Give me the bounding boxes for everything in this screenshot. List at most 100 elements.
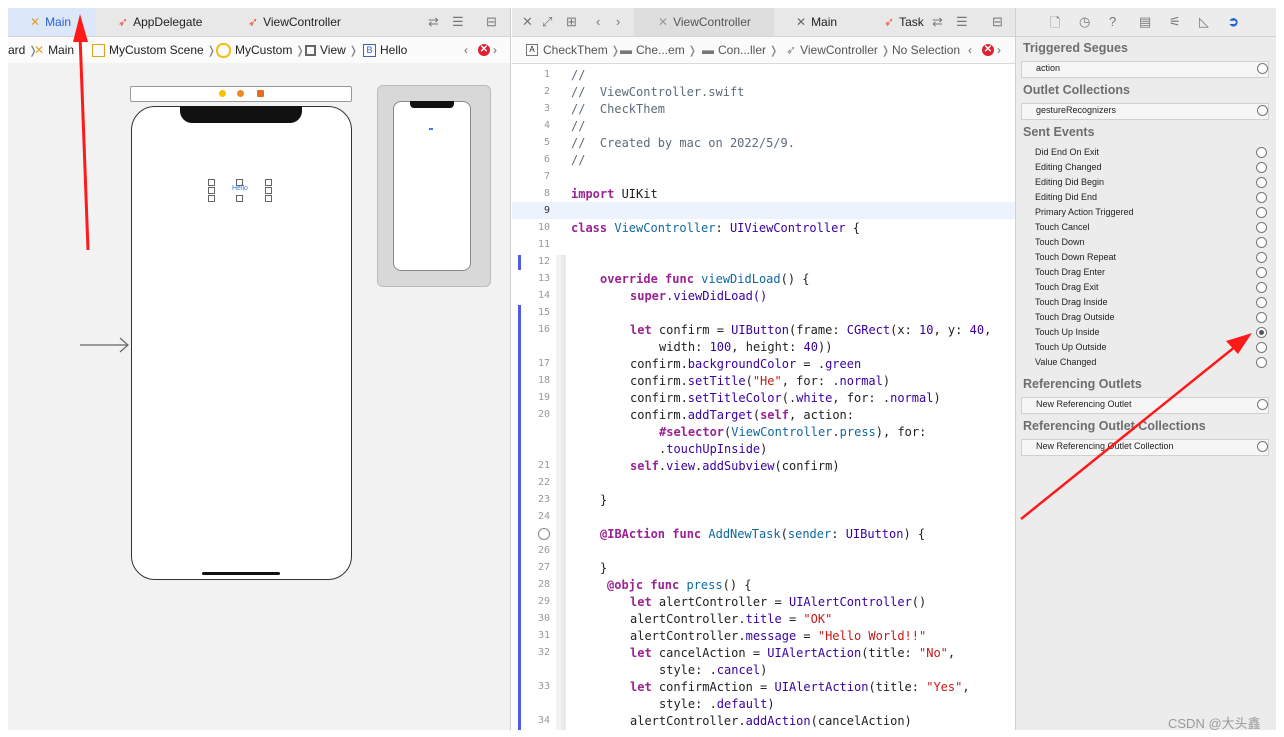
connection-row[interactable]: Touch Drag Outside: [1021, 311, 1267, 325]
resize-handle[interactable]: [208, 179, 215, 186]
add-editor-icon[interactable]: ⊟: [992, 14, 1003, 30]
connection-circle-icon[interactable]: [1256, 192, 1267, 203]
forward-icon[interactable]: ›: [616, 14, 620, 29]
code-line: confirm.backgroundColor = .green: [630, 357, 862, 371]
tab-viewcontroller[interactable]: ✕ ViewController: [634, 8, 774, 36]
breadcrumb-item-main[interactable]: ✕ Main: [34, 37, 74, 63]
size-icon[interactable]: ◺: [1199, 14, 1209, 30]
resize-handle[interactable]: [208, 195, 215, 202]
exit-icon[interactable]: [257, 90, 264, 97]
breadcrumb-item-controllers[interactable]: ▬ Con...ller ❭: [702, 37, 781, 63]
error-icon[interactable]: ✕: [982, 44, 994, 56]
tab-main[interactable]: ✕ Main: [796, 8, 837, 36]
connection-circle-icon[interactable]: [1256, 177, 1267, 188]
swap-icon[interactable]: ⇄: [932, 14, 943, 30]
connection-row[interactable]: Touch Cancel: [1021, 221, 1267, 235]
chevron-left-icon[interactable]: ‹: [464, 37, 468, 63]
help-icon[interactable]: ?: [1109, 14, 1116, 29]
connection-circle-icon[interactable]: [1256, 297, 1267, 308]
connection-row[interactable]: Touch Drag Exit: [1021, 281, 1267, 295]
first-responder-icon[interactable]: [237, 90, 244, 97]
hello-button[interactable]: Hello: [232, 185, 248, 192]
storyboard-canvas[interactable]: Hello: [8, 63, 510, 730]
identity-icon[interactable]: ▤: [1139, 14, 1151, 30]
source-code[interactable]: 1 2 3 4 5 6 7 8 9 10 11 12 13 14 15 16 1…: [512, 63, 1015, 730]
connection-row[interactable]: gestureRecognizers: [1021, 103, 1269, 120]
attributes-icon[interactable]: ⚟: [1169, 14, 1181, 30]
editor-options-icon[interactable]: ☰: [452, 14, 464, 30]
resize-handle[interactable]: [265, 187, 272, 194]
connection-row[interactable]: Touch Drag Enter: [1021, 266, 1267, 280]
close-icon[interactable]: ✕: [522, 14, 533, 30]
view-controller-icon[interactable]: [219, 90, 226, 97]
swift-file-icon: ✕: [658, 15, 669, 29]
tab-viewcontroller[interactable]: ➶ ViewController: [248, 8, 341, 36]
connection-circle-icon[interactable]: [1256, 162, 1267, 173]
breadcrumb-item-selection[interactable]: No Selection: [892, 37, 960, 63]
connection-circle-icon[interactable]: [1256, 207, 1267, 218]
connected-circle-icon[interactable]: [1256, 327, 1267, 338]
grid-icon[interactable]: ⊞: [566, 14, 577, 30]
chevron-right-icon[interactable]: ›: [493, 37, 497, 63]
connection-circle-icon[interactable]: [1256, 357, 1267, 368]
connection-circle-icon[interactable]: [1256, 147, 1267, 158]
chevron-right-icon[interactable]: ›: [997, 37, 1001, 63]
minimap-preview[interactable]: [377, 85, 491, 287]
connection-circle-icon[interactable]: [1256, 282, 1267, 293]
connection-row-touch-up-inside[interactable]: Touch Up Inside: [1021, 326, 1267, 340]
connection-circle-icon[interactable]: [1257, 399, 1268, 410]
breadcrumb-item-view[interactable]: View ❭: [305, 37, 361, 63]
connection-circle-icon[interactable]: [1256, 267, 1267, 278]
resize-handle[interactable]: [208, 187, 215, 194]
adjust-editor-icon[interactable]: ☰: [956, 14, 968, 30]
connection-circle-icon[interactable]: [1256, 237, 1267, 248]
tab-appdelegate[interactable]: ➶ AppDelegate: [118, 8, 202, 36]
error-icon[interactable]: ✕: [478, 44, 490, 56]
history-icon[interactable]: ◷: [1079, 14, 1090, 30]
add-editor-icon[interactable]: ⊟: [486, 14, 497, 30]
connection-row[interactable]: Touch Down Repeat: [1021, 251, 1267, 265]
connection-row[interactable]: New Referencing Outlet Collection: [1021, 439, 1269, 456]
connection-row[interactable]: Touch Drag Inside: [1021, 296, 1267, 310]
connection-row[interactable]: New Referencing Outlet: [1021, 397, 1269, 414]
connection-row[interactable]: Did End On Exit: [1021, 146, 1267, 160]
connection-row[interactable]: Editing Changed: [1021, 161, 1267, 175]
connection-circle-icon[interactable]: [1256, 342, 1267, 353]
connection-circle-icon[interactable]: [1257, 105, 1268, 116]
connection-row[interactable]: Touch Up Outside: [1021, 341, 1267, 355]
connection-row[interactable]: Primary Action Triggered: [1021, 206, 1267, 220]
breadcrumb-item-hello[interactable]: B Hello: [363, 37, 407, 63]
tab-task[interactable]: ➶ Task: [884, 8, 924, 36]
chevron-left-icon[interactable]: ‹: [968, 37, 972, 63]
connection-row[interactable]: Editing Did Begin: [1021, 176, 1267, 190]
resize-handle[interactable]: [236, 195, 243, 202]
connection-circle-icon[interactable]: [1256, 252, 1267, 263]
connection-row[interactable]: Value Changed: [1021, 356, 1267, 370]
connection-circle-icon[interactable]: [1257, 63, 1268, 74]
tab-main-storyboard[interactable]: ✕ Main: [8, 8, 96, 36]
connection-row[interactable]: Editing Did End: [1021, 191, 1267, 205]
breadcrumb-item-group[interactable]: ▬ Che...em ❭: [620, 37, 700, 63]
connections-icon[interactable]: ➲: [1228, 14, 1239, 30]
breadcrumb-item-file[interactable]: ➶ ViewController ❭: [786, 37, 893, 63]
breadcrumb-item-mycustom[interactable]: MyCustom ❭: [216, 37, 308, 63]
breadcrumb-item-scene[interactable]: MyCustom Scene ❭: [92, 37, 219, 63]
line-number: 32: [537, 647, 550, 658]
ibaction-connection-icon[interactable]: [538, 528, 550, 540]
entry-point-arrow-icon[interactable]: [80, 335, 130, 355]
breadcrumb-item-project[interactable]: A CheckThem ❭: [526, 37, 623, 63]
code-line: let cancelAction = UIAlertAction(title: …: [630, 646, 956, 660]
expand-icon[interactable]: ⤢: [542, 14, 552, 30]
swap-icon[interactable]: ⇄: [428, 14, 439, 30]
iphone-scene[interactable]: Hello: [131, 106, 352, 580]
connection-circle-icon[interactable]: [1256, 222, 1267, 233]
file-inspector-icon[interactable]: 🗋: [1050, 14, 1060, 36]
resize-handle[interactable]: [265, 195, 272, 202]
connection-circle-icon[interactable]: [1256, 312, 1267, 323]
resize-handle[interactable]: [265, 179, 272, 186]
connection-row[interactable]: Touch Down: [1021, 236, 1267, 250]
connection-row[interactable]: action: [1021, 61, 1269, 78]
connection-circle-icon[interactable]: [1257, 441, 1268, 452]
scene-dock[interactable]: [130, 86, 352, 102]
back-icon[interactable]: ‹: [596, 14, 600, 29]
